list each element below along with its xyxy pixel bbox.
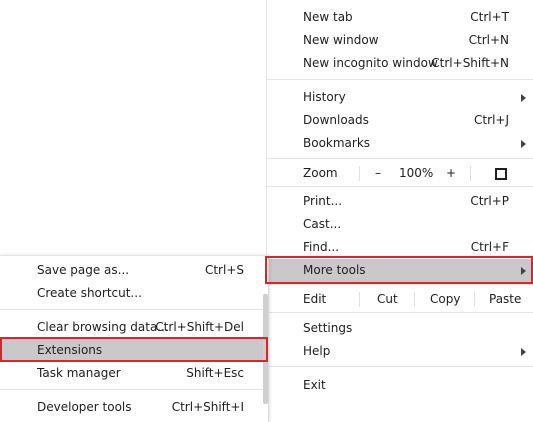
menu-item-label: New window <box>303 33 379 47</box>
chevron-right-icon <box>521 94 526 102</box>
menu-item-history[interactable]: History <box>267 86 533 109</box>
zoom-divider <box>359 166 360 181</box>
paste-button[interactable]: Paste <box>489 292 521 306</box>
submenu-item-extensions[interactable]: Extensions <box>0 339 268 362</box>
menu-separator <box>0 309 268 310</box>
menu-item-label: Find... <box>303 240 340 254</box>
menu-item-bookmarks[interactable]: Bookmarks <box>267 132 533 155</box>
shortcut-label: Ctrl+T <box>470 10 509 24</box>
menu-item-new-window[interactable]: New window Ctrl+N <box>267 29 533 52</box>
copy-button[interactable]: Copy <box>430 292 460 306</box>
shortcut-label: Shift+Esc <box>186 366 244 380</box>
shortcut-label: Ctrl+P <box>470 194 509 208</box>
menu-separator <box>267 158 533 159</box>
submenu-item-create-shortcut[interactable]: Create shortcut... <box>0 282 268 305</box>
shortcut-label: Ctrl+N <box>468 33 509 47</box>
menu-item-label: Task manager <box>37 366 121 380</box>
zoom-divider <box>470 166 471 181</box>
fullscreen-icon[interactable] <box>495 168 507 180</box>
menu-item-find[interactable]: Find... Ctrl+F <box>267 236 533 259</box>
menu-item-label: Create shortcut... <box>37 286 142 300</box>
menu-item-label: Settings <box>303 321 353 335</box>
menu-item-more-tools[interactable]: More tools <box>267 259 533 282</box>
shortcut-label: Ctrl+Shift+N <box>431 56 509 70</box>
zoom-level: 100% <box>399 166 434 180</box>
submenu-item-task-manager[interactable]: Task manager Shift+Esc <box>0 362 268 385</box>
chevron-right-icon <box>521 140 526 148</box>
menu-item-cast[interactable]: Cast... <box>267 213 533 236</box>
chrome-main-menu: New tab Ctrl+T New window Ctrl+N New inc… <box>266 0 533 421</box>
submenu-scrollbar[interactable] <box>263 294 268 404</box>
menu-item-label: Help <box>303 344 331 358</box>
menu-item-help[interactable]: Help <box>267 340 533 363</box>
menu-item-label: Bookmarks <box>303 136 371 150</box>
cut-button[interactable]: Cut <box>377 292 398 306</box>
edit-label: Edit <box>303 292 327 306</box>
submenu-item-clear-browsing-data[interactable]: Clear browsing data... Ctrl+Shift+Del <box>0 316 268 339</box>
shortcut-label: Ctrl+Shift+I <box>171 400 244 414</box>
shortcut-label: Ctrl+J <box>474 113 509 127</box>
menu-separator <box>267 186 533 187</box>
chevron-right-icon <box>521 267 526 275</box>
menu-item-downloads[interactable]: Downloads Ctrl+J <box>267 109 533 132</box>
menu-separator <box>267 284 533 285</box>
edit-divider <box>474 292 475 307</box>
menu-item-label: Save page as... <box>37 263 130 277</box>
menu-separator <box>267 79 533 80</box>
menu-item-label: New incognito window <box>303 56 438 70</box>
menu-separator <box>267 366 533 367</box>
menu-item-print[interactable]: Print... Ctrl+P <box>267 190 533 213</box>
menu-row-edit: Edit Cut Copy Paste <box>267 288 533 311</box>
menu-item-new-tab[interactable]: New tab Ctrl+T <box>267 6 533 29</box>
menu-separator <box>267 312 533 313</box>
chevron-right-icon <box>521 348 526 356</box>
submenu-item-save-page[interactable]: Save page as... Ctrl+S <box>0 259 268 282</box>
edit-divider <box>359 292 360 307</box>
menu-item-label: More tools <box>303 263 366 277</box>
more-tools-submenu: Save page as... Ctrl+S Create shortcut..… <box>0 255 269 422</box>
menu-item-label: Developer tools <box>37 400 132 414</box>
menu-item-label: Print... <box>303 194 343 208</box>
menu-item-label: Exit <box>303 378 326 392</box>
menu-item-label: Cast... <box>303 217 342 231</box>
menu-item-label: New tab <box>303 10 353 24</box>
menu-separator <box>0 389 268 390</box>
shortcut-label: Ctrl+S <box>204 263 244 277</box>
menu-item-label: Downloads <box>303 113 369 127</box>
shortcut-label: Ctrl+F <box>470 240 509 254</box>
menu-item-new-incognito-window[interactable]: New incognito window Ctrl+Shift+N <box>267 52 533 75</box>
menu-item-settings[interactable]: Settings <box>267 317 533 340</box>
zoom-out-button[interactable]: – <box>369 166 387 180</box>
zoom-in-button[interactable]: + <box>442 166 460 180</box>
menu-item-label: Clear browsing data... <box>37 320 169 334</box>
edit-divider <box>414 292 415 307</box>
menu-item-label: History <box>303 90 346 104</box>
submenu-item-developer-tools[interactable]: Developer tools Ctrl+Shift+I <box>0 396 268 419</box>
menu-item-exit[interactable]: Exit <box>267 374 533 397</box>
menu-row-zoom: Zoom – 100% + <box>267 162 533 185</box>
menu-item-label: Extensions <box>37 343 103 357</box>
zoom-label: Zoom <box>303 166 338 180</box>
shortcut-label: Ctrl+Shift+Del <box>155 320 244 334</box>
